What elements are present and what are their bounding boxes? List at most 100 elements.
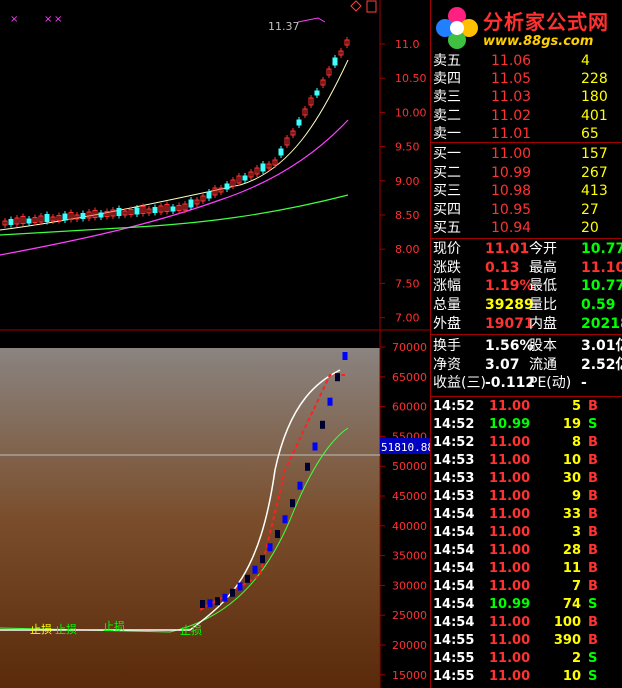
quote-stat-label: 量比: [529, 297, 557, 314]
volume-axis-label: 65000: [392, 371, 427, 384]
order-book-row: 买五 10.94 20: [431, 219, 622, 237]
tick-direction: B: [588, 633, 598, 648]
volume-bar: [342, 352, 348, 360]
order-book-label: 卖二: [433, 107, 461, 124]
quote-stat-row: 净资 3.07 流通 2.52亿: [431, 356, 622, 374]
volume-bar: [282, 515, 288, 524]
marker-1: ×: [10, 14, 18, 25]
tick-direction: S: [588, 651, 598, 666]
tick-direction: S: [588, 597, 598, 612]
tick-volume: 74: [562, 597, 581, 612]
tick-direction: S: [588, 669, 598, 684]
quote-stat-value: 10.77: [581, 278, 622, 295]
tick-row: 14:52 11.00 8 B: [431, 434, 622, 452]
tick-volume: 9: [571, 489, 581, 504]
quote-stat-value: 3.07: [485, 356, 520, 373]
tick-time: 14:54: [433, 543, 475, 558]
logo-site: www.88gs.com: [483, 34, 594, 49]
tick-volume: 2: [571, 651, 581, 666]
quote-stat-value: 10.77: [581, 241, 622, 257]
order-book-label: 买二: [433, 164, 461, 181]
tick-time: 14:52: [433, 399, 475, 414]
tick-time: 14:55: [433, 633, 475, 648]
signal-label: 止损: [55, 622, 77, 636]
tick-volume: 33: [562, 507, 581, 522]
volume-bar: [275, 530, 280, 538]
quote-stat-value: 19071: [485, 315, 534, 332]
order-book-label: 卖一: [433, 125, 461, 142]
quote-stats-divider: [431, 334, 622, 335]
quote-stat-label: 收益(三): [433, 375, 486, 392]
quote-stat-label: 换手: [433, 338, 461, 354]
order-book-row: 卖五 11.06 4: [431, 52, 622, 70]
candle-body: [314, 90, 320, 96]
tick-price: 11.00: [489, 651, 531, 666]
tick-row: 14:55 11.00 390 B: [431, 632, 622, 650]
signal-label: 止损: [30, 622, 52, 636]
signal-label: 止损: [180, 623, 202, 637]
tick-price: 11.00: [489, 453, 531, 468]
tick-time: 14:54: [433, 615, 475, 630]
candle-body: [224, 183, 230, 190]
tick-time: 14:53: [433, 489, 475, 504]
candle-body: [152, 207, 158, 213]
candle-body: [44, 214, 50, 222]
quote-stat-value: 0.59: [581, 297, 616, 314]
tick-time: 14:54: [433, 579, 475, 594]
tick-price: 11.00: [489, 489, 531, 504]
volume-bar: [290, 499, 295, 508]
tick-direction: B: [588, 507, 598, 522]
order-book-row: 卖三 11.03 180: [431, 88, 622, 106]
order-book-row: 卖二 11.02 401: [431, 107, 622, 125]
quote-stat-value: 0.13: [485, 259, 520, 276]
tick-direction: B: [588, 561, 598, 576]
order-book-row: 买三 10.98 413: [431, 182, 622, 200]
quote-stat-value: -: [581, 375, 587, 392]
volume-bar: [260, 555, 265, 564]
order-book-volume: 401: [581, 107, 608, 124]
order-book-label: 卖四: [433, 71, 461, 88]
candle-body: [80, 213, 86, 219]
tick-direction: B: [588, 453, 598, 468]
candle-body: [188, 199, 194, 208]
order-book-label: 买四: [433, 201, 461, 218]
order-book-label: 卖五: [433, 53, 461, 69]
volume-bar: [200, 600, 205, 608]
tick-row: 14:54 10.99 74 S: [431, 596, 622, 614]
tick-price: 10.99: [489, 597, 531, 612]
tick-row: 14:54 11.00 3 B: [431, 524, 622, 542]
order-book-row: 买二 10.99 267: [431, 164, 622, 182]
tick-volume: 100: [553, 615, 581, 630]
quote-stat-label: 今开: [529, 241, 557, 257]
tick-volume: 8: [571, 435, 581, 450]
tick-price: 11.00: [489, 435, 531, 450]
quote-stat-label: 外盘: [433, 315, 461, 332]
price-axis-label: 11.0: [395, 38, 420, 51]
tick-direction: B: [588, 489, 598, 504]
volume-axis-label: 15000: [392, 669, 427, 682]
order-book-price: 11.00: [491, 146, 532, 162]
quote-stat-row: 涨幅 1.19% 最低 10.77: [431, 277, 622, 295]
tick-row: 14:55 11.00 2 S: [431, 650, 622, 668]
order-book-price: 10.94: [491, 220, 532, 236]
quote-stat-value: 1.19%: [485, 278, 534, 295]
price-axis: 11.0 10.50 10.00 9.50 9.00 8.50 8.00 7.50 7.00: [380, 38, 427, 325]
candle-body: [278, 148, 284, 156]
order-book-label: 卖三: [433, 89, 461, 106]
volume-bar: [267, 543, 273, 552]
quote-stat-row: 总量 39289 量比 0.59: [431, 296, 622, 314]
candle-body: [170, 206, 176, 212]
tick-time: 14:54: [433, 507, 475, 522]
volume-bar: [222, 593, 228, 602]
volume-bar: [297, 481, 303, 490]
tick-volume: 10: [562, 453, 581, 468]
candle-body: [242, 175, 248, 181]
tick-row: 14:54 11.00 11 B: [431, 560, 622, 578]
tick-price: 11.00: [489, 507, 531, 522]
tick-row: 14:54 11.00 7 B: [431, 578, 622, 596]
volume-bar: [237, 582, 243, 591]
order-book-label: 买五: [433, 220, 461, 236]
order-book-volume: 65: [581, 125, 599, 142]
order-book-price: 10.95: [491, 201, 532, 218]
volume-axis-label: 40000: [392, 520, 427, 533]
